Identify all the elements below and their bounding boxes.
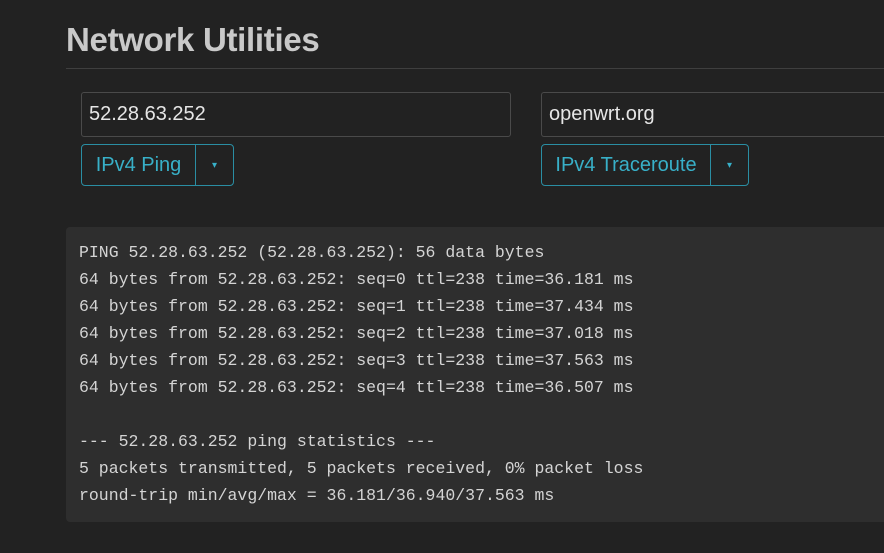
traceroute-target-input[interactable]: [541, 92, 884, 137]
output-line: 64 bytes from 52.28.63.252: seq=1 ttl=23…: [79, 297, 634, 316]
traceroute-split-button: IPv4 Traceroute ▾: [541, 144, 749, 186]
command-output-panel: PING 52.28.63.252 (52.28.63.252): 56 dat…: [66, 227, 884, 522]
ping-split-button: IPv4 Ping ▾: [81, 144, 234, 186]
network-utilities-page: Network Utilities IPv4 Ping ▾ IPv4 Trace…: [0, 0, 884, 553]
ping-target-input[interactable]: [81, 92, 511, 137]
output-line: --- 52.28.63.252 ping statistics ---: [79, 432, 436, 451]
command-output: PING 52.28.63.252 (52.28.63.252): 56 dat…: [79, 239, 884, 509]
title-divider: [66, 68, 884, 69]
caret-down-icon: ▾: [726, 159, 733, 171]
output-line: 64 bytes from 52.28.63.252: seq=4 ttl=23…: [79, 378, 634, 397]
caret-down-icon: ▾: [211, 159, 218, 171]
output-line: PING 52.28.63.252 (52.28.63.252): 56 dat…: [79, 243, 545, 262]
output-line: round-trip min/avg/max = 36.181/36.940/3…: [79, 486, 555, 505]
page-title: Network Utilities: [66, 21, 320, 58]
ipv4-ping-button[interactable]: IPv4 Ping: [82, 145, 195, 185]
output-line: 64 bytes from 52.28.63.252: seq=2 ttl=23…: [79, 324, 634, 343]
output-line: 5 packets transmitted, 5 packets receive…: [79, 459, 644, 478]
ping-dropdown-toggle[interactable]: ▾: [196, 145, 233, 185]
output-line: 64 bytes from 52.28.63.252: seq=0 ttl=23…: [79, 270, 634, 289]
traceroute-dropdown-toggle[interactable]: ▾: [711, 145, 748, 185]
ipv4-traceroute-button[interactable]: IPv4 Traceroute: [542, 145, 710, 185]
output-line: 64 bytes from 52.28.63.252: seq=3 ttl=23…: [79, 351, 634, 370]
